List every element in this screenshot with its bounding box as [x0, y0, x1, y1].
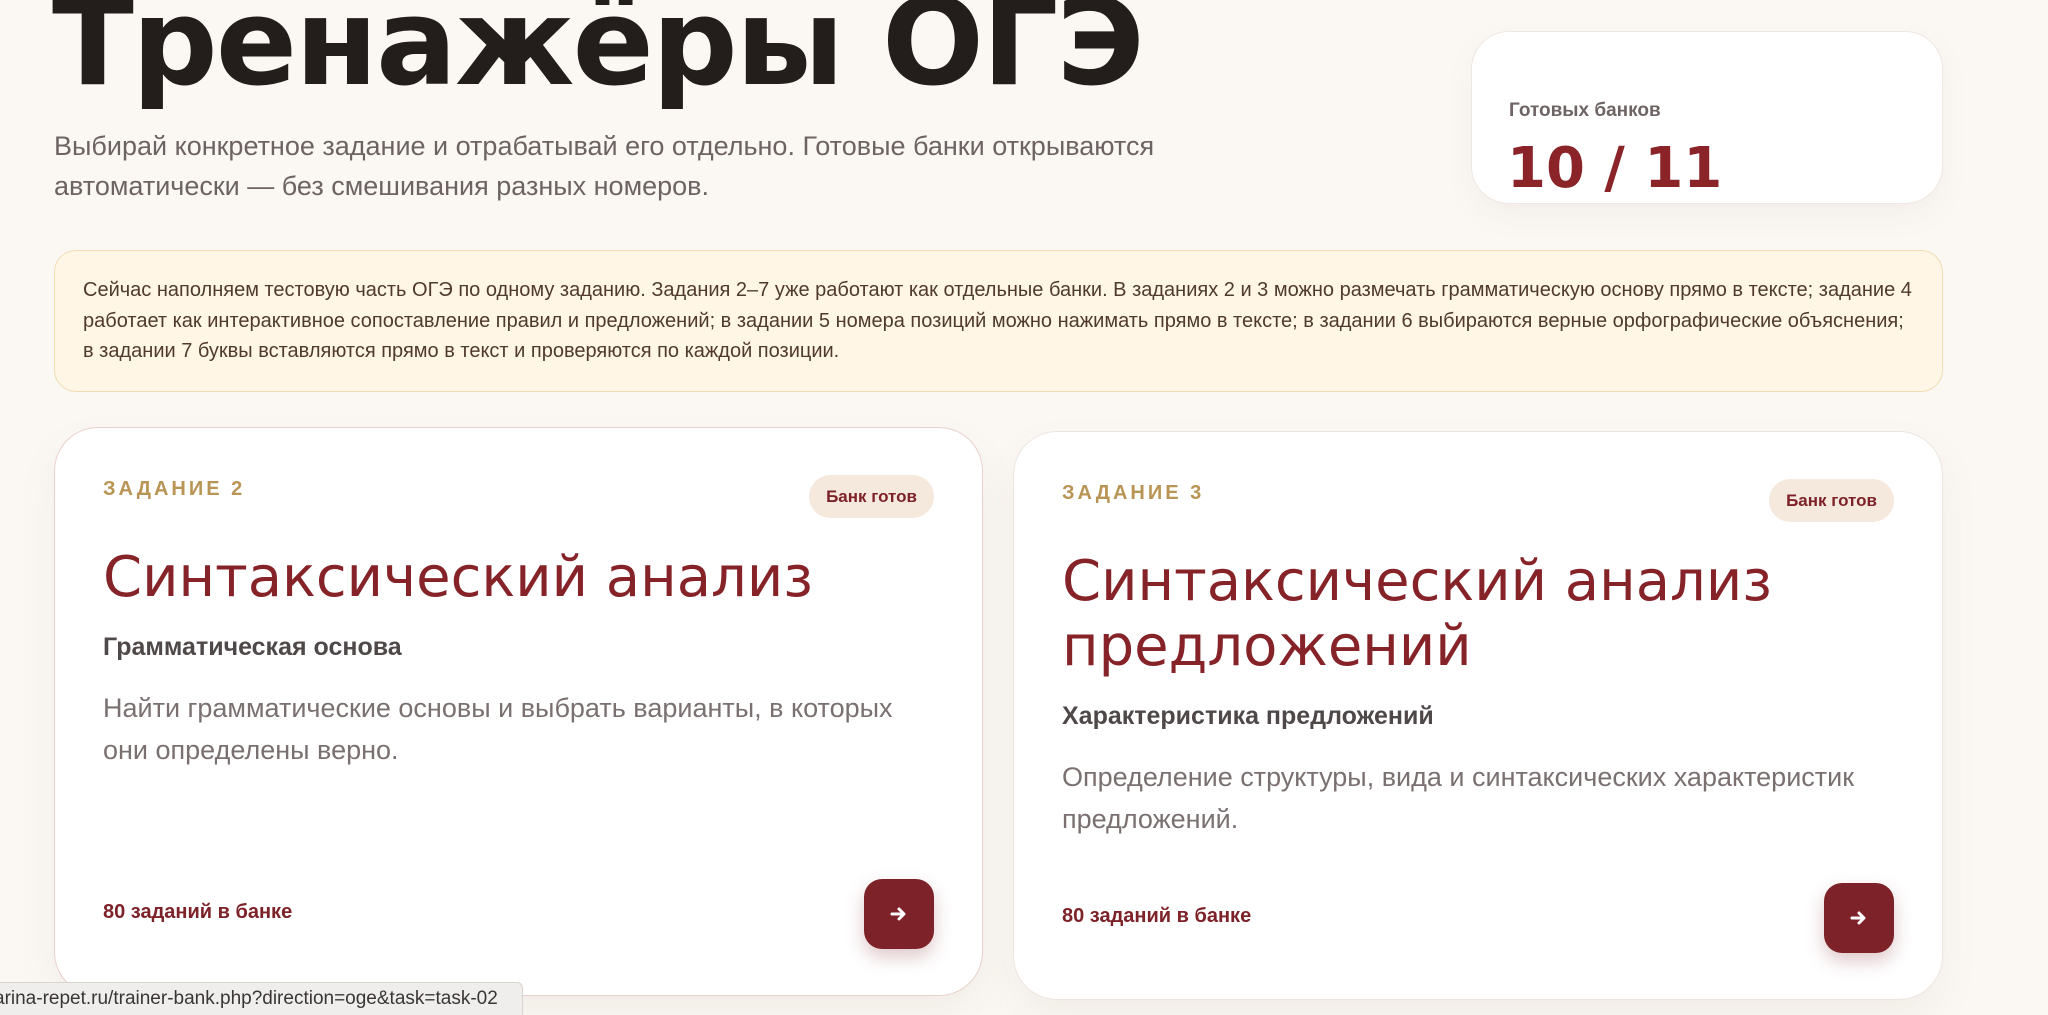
task-card-3[interactable]: ЗАДАНИЕ 3 Банк готов Синтаксический анал… — [1013, 431, 1943, 1000]
task-description: Найти грамматические основы и выбрать ва… — [103, 693, 893, 765]
task-title[interactable]: Синтаксический анализ — [103, 545, 943, 610]
page: Тренажёры ОГЭ Выбирай конкретное задание… — [0, 0, 2048, 1015]
task-number: ЗАДАНИЕ 2 — [103, 478, 246, 500]
arrow-right-icon — [890, 907, 906, 921]
status-badge: Банк готов — [809, 475, 934, 518]
task-description: Определение структуры, вида и синтаксиче… — [1062, 762, 1855, 834]
notice-text: Сейчас наполняем тестовую часть ОГЭ по о… — [83, 279, 1912, 362]
task-title[interactable]: Синтаксический анализ предложений — [1062, 549, 1902, 679]
task-card-2[interactable]: ЗАДАНИЕ 2 Банк готов Синтаксический анал… — [54, 427, 983, 996]
ready-banks-value: 10 / 11 — [1507, 136, 1723, 201]
info-notice: Сейчас наполняем тестовую часть ОГЭ по о… — [54, 250, 1943, 392]
ready-banks-label: Готовых банков — [1509, 100, 1661, 121]
task-subtitle: Характеристика предложений — [1062, 702, 1434, 730]
task-subtitle: Грамматическая основа — [103, 633, 402, 661]
ready-banks-card: Готовых банков 10 / 11 — [1471, 31, 1943, 204]
task-number: ЗАДАНИЕ 3 — [1062, 482, 1205, 504]
link-preview-status-bar: arina-repet.ru/trainer-bank.php?directio… — [0, 982, 523, 1015]
open-task-button[interactable] — [1824, 883, 1894, 953]
task-count: 80 заданий в банке — [1062, 905, 1252, 927]
page-title: Тренажёры ОГЭ — [52, 0, 1145, 113]
open-task-button[interactable] — [864, 879, 934, 949]
page-subtitle: Выбирай конкретное задание и отрабатывай… — [54, 131, 1155, 201]
task-count: 80 заданий в банке — [103, 901, 293, 923]
status-badge: Банк готов — [1769, 479, 1894, 522]
status-url-text: arina-repet.ru/trainer-bank.php?directio… — [0, 988, 498, 1009]
arrow-right-icon — [1850, 911, 1866, 925]
